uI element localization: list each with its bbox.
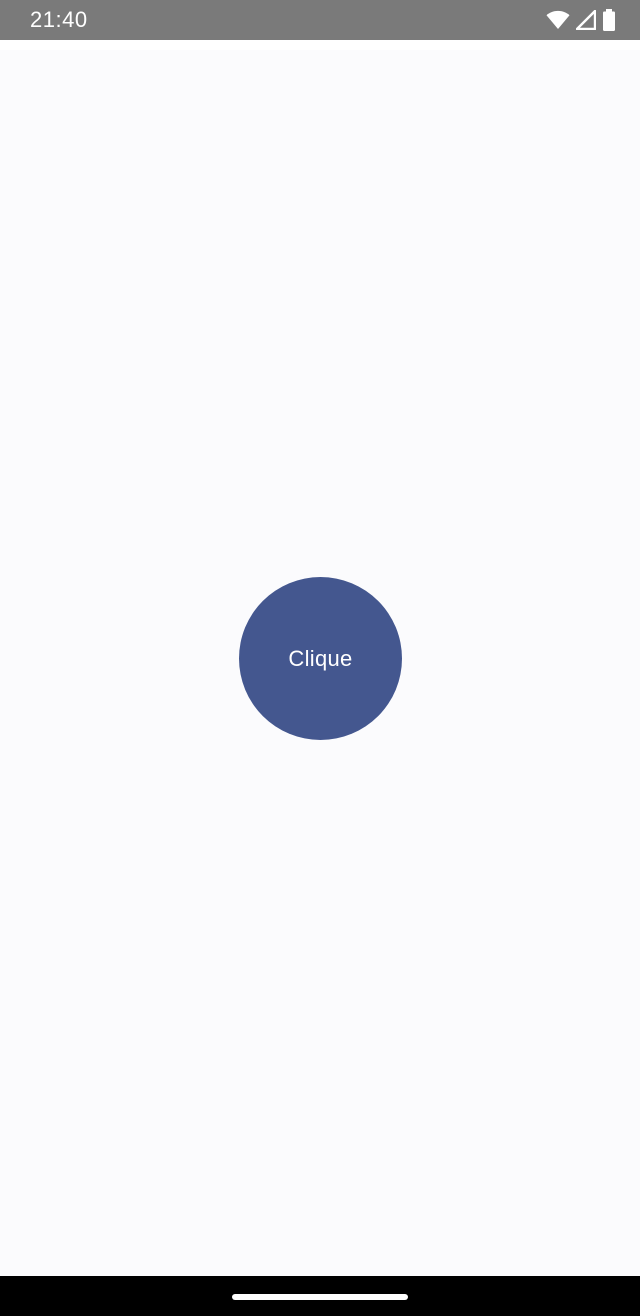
status-bar: 21:40 <box>0 0 640 40</box>
main-content: Clique <box>0 50 640 1276</box>
status-time: 21:40 <box>30 7 88 32</box>
cell-signal-icon <box>576 10 596 30</box>
status-bar-divider <box>0 40 640 50</box>
clique-button-label: Clique <box>288 645 353 671</box>
clique-button[interactable]: Clique <box>239 577 402 740</box>
app-screen: 21:40 Clique <box>0 0 640 1316</box>
navigation-bar <box>0 1276 640 1316</box>
status-icons <box>546 9 616 31</box>
battery-icon <box>602 9 616 31</box>
wifi-icon <box>546 10 570 30</box>
home-indicator[interactable] <box>232 1294 408 1300</box>
